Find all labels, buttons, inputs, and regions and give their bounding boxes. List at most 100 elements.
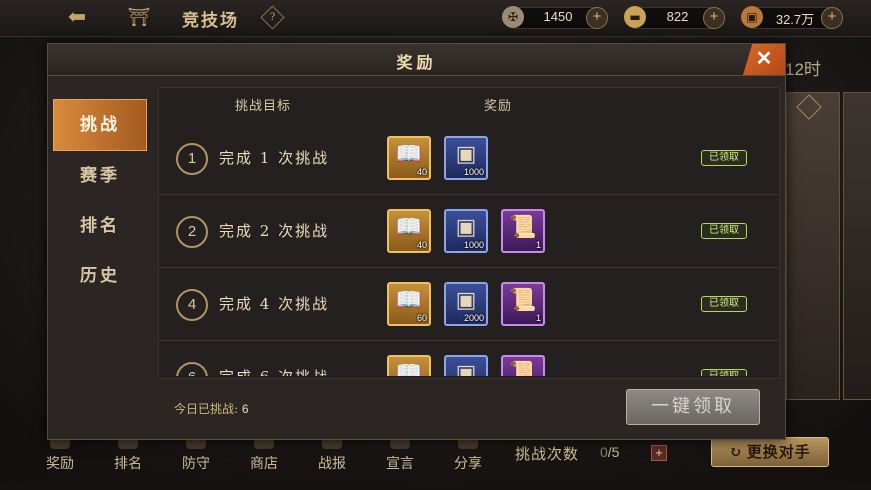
claimed-badge: 已领取 xyxy=(701,150,747,166)
decree-scroll-icon-glyph: 📜 xyxy=(509,215,537,240)
attempts-current: 0 xyxy=(600,444,608,460)
claim-all-button[interactable]: 一键领取 xyxy=(626,389,760,425)
background-date-fragment: 12时 xyxy=(785,60,821,79)
today-label: 今日已挑战: xyxy=(174,402,239,416)
add-gold-button[interactable]: + xyxy=(703,7,725,29)
swap-opponent-label: 更换对手 xyxy=(746,443,811,461)
item-quantity: 2000 xyxy=(463,313,484,323)
copper-coin-icon-glyph: ▣ xyxy=(455,361,477,376)
attempts-label: 挑战次数 xyxy=(515,445,580,463)
reward-row: 6 完成 6 次挑战 📖 ▣ 📜 已领取 xyxy=(159,341,779,376)
resource-gold-value: 822 xyxy=(666,9,689,24)
row-goal-text: 完成 2 次挑战 xyxy=(219,222,330,240)
nav-share[interactable]: 分享 xyxy=(448,435,488,473)
claimed-badge: 已领取 xyxy=(701,223,747,239)
challenge-rewards-panel: 挑战目标 奖励 1 完成 1 次挑战 📖 40 ▣ 1000 已领取 2 完成 2 次挑战 📖 40… xyxy=(158,87,780,379)
column-header-reward: 奖励 xyxy=(484,99,513,114)
claimed-badge: 已领取 xyxy=(701,296,747,312)
gold-ingot-icon: ▬ xyxy=(624,6,646,28)
nav-ranking[interactable]: 排名 xyxy=(108,435,148,473)
decree-scroll-icon[interactable]: 📜 xyxy=(501,355,545,376)
row-number: 1 xyxy=(176,143,208,175)
row-goal-text: 完成 4 次挑战 xyxy=(219,295,330,313)
nav-defense[interactable]: 防守 xyxy=(176,435,216,473)
refresh-icon: ↻ xyxy=(729,443,743,461)
copper-coin-icon-glyph: ▣ xyxy=(455,288,477,313)
tab-history[interactable]: 历史 xyxy=(53,251,147,301)
add-token-button[interactable]: + xyxy=(586,7,608,29)
nav-ranking-label: 排名 xyxy=(114,456,142,472)
nav-battle-report-label: 战报 xyxy=(318,456,346,472)
claimed-badge: 已领取 xyxy=(701,369,747,376)
modal-title: 奖励 xyxy=(396,53,437,72)
item-quantity: 1000 xyxy=(463,240,484,250)
nav-rewards-label: 奖励 xyxy=(46,456,74,472)
scroll-book-icon[interactable]: 📖 60 xyxy=(387,282,431,326)
resource-coin: ▣ 32.7万 + xyxy=(741,6,843,29)
help-icon[interactable]: ? xyxy=(260,5,285,30)
opponent-card-partial[interactable] xyxy=(843,92,871,400)
add-attempts-button[interactable]: + xyxy=(651,445,667,461)
copper-coin-icon[interactable]: ▣ 1000 xyxy=(444,209,488,253)
tab-season[interactable]: 赛季 xyxy=(53,151,147,201)
arena-gate-icon: ⛩ xyxy=(127,7,151,28)
copper-coin-icon[interactable]: ▣ 2000 xyxy=(444,282,488,326)
copper-coin-icon-glyph: ▣ xyxy=(455,142,477,167)
nav-declaration-label: 宣言 xyxy=(386,456,414,472)
nav-shop-label: 商店 xyxy=(250,456,278,472)
nav-rewards[interactable]: 奖励 xyxy=(40,435,80,473)
row-number: 4 xyxy=(176,289,208,321)
decree-scroll-icon[interactable]: 📜 1 xyxy=(501,209,545,253)
row-goal-text: 完成 6 次挑战 xyxy=(219,366,329,376)
help-icon-label: ? xyxy=(269,12,276,23)
column-header-target: 挑战目标 xyxy=(235,99,292,114)
scroll-book-icon-glyph: 📖 xyxy=(395,288,423,313)
reward-rows[interactable]: 1 完成 1 次挑战 📖 40 ▣ 1000 已领取 2 完成 2 次挑战 📖 40 ▣ 1000 📜 1 已… xyxy=(159,122,779,376)
scroll-book-icon[interactable]: 📖 40 xyxy=(387,209,431,253)
copper-coin-icon-glyph: ▣ xyxy=(455,215,477,240)
swap-opponent-button[interactable]: ↻ 更换对手 xyxy=(711,437,829,467)
attempts-total: /5 xyxy=(607,444,620,460)
side-tabs: 挑战 赛季 排名 历史 xyxy=(53,99,147,301)
tab-challenge[interactable]: 挑战 xyxy=(53,99,147,151)
resource-coin-value: 32.7万 xyxy=(775,12,815,27)
coin-icon: ▣ xyxy=(741,6,763,28)
item-quantity: 1 xyxy=(535,240,541,250)
scroll-book-icon-glyph: 📖 xyxy=(395,361,423,376)
decree-scroll-icon[interactable]: 📜 1 xyxy=(501,282,545,326)
scroll-book-icon-glyph: 📖 xyxy=(395,142,423,167)
today-count: 6 xyxy=(241,402,249,416)
rewards-modal: 奖励 ✕ 挑战 赛季 排名 历史 挑战目标 奖励 1 完成 1 次挑战 📖 40 ▣ 10… xyxy=(47,43,786,440)
back-arrow-icon[interactable]: ⬅ xyxy=(60,5,94,31)
item-quantity: 40 xyxy=(416,167,427,177)
scroll-book-icon[interactable]: 📖 xyxy=(387,355,431,376)
reward-row: 4 完成 4 次挑战 📖 60 ▣ 2000 📜 1 已领取 xyxy=(159,268,779,341)
scroll-book-icon[interactable]: 📖 40 xyxy=(387,136,431,180)
token-icon: ✠ xyxy=(502,6,524,28)
resource-token-value: 1450 xyxy=(543,9,573,24)
copper-coin-icon[interactable]: ▣ xyxy=(444,355,488,376)
item-quantity: 1000 xyxy=(463,167,484,177)
nav-declaration[interactable]: 宣言 xyxy=(380,435,420,473)
decree-scroll-icon-glyph: 📜 xyxy=(509,288,537,313)
reward-row: 2 完成 2 次挑战 📖 40 ▣ 1000 📜 1 已领取 xyxy=(159,195,779,268)
resource-gold: ▬ 822 + xyxy=(624,6,725,29)
modal-header: 奖励 ✕ xyxy=(48,44,785,76)
opponent-card[interactable] xyxy=(786,92,840,400)
item-quantity: 1 xyxy=(535,313,541,323)
scroll-book-icon-glyph: 📖 xyxy=(395,215,423,240)
nav-share-label: 分享 xyxy=(454,456,482,472)
resource-token: ✠ 1450 + xyxy=(502,6,608,29)
top-bar: ⬅ ⛩ 竞技场 ? ✠ 1450 + ▬ 822 + ▣ 32.7万 + xyxy=(0,0,871,37)
tab-ranking[interactable]: 排名 xyxy=(53,201,147,251)
nav-shop[interactable]: 商店 xyxy=(244,435,284,473)
nav-battle-report[interactable]: 战报 xyxy=(312,435,352,473)
row-number: 2 xyxy=(176,216,208,248)
copper-coin-icon[interactable]: ▣ 1000 xyxy=(444,136,488,180)
add-coin-button[interactable]: + xyxy=(821,7,843,29)
item-quantity: 60 xyxy=(416,313,427,323)
row-number: 6 xyxy=(176,362,208,376)
item-quantity: 40 xyxy=(416,240,427,250)
decree-scroll-icon-glyph: 📜 xyxy=(509,361,537,376)
nav-defense-label: 防守 xyxy=(182,456,210,472)
